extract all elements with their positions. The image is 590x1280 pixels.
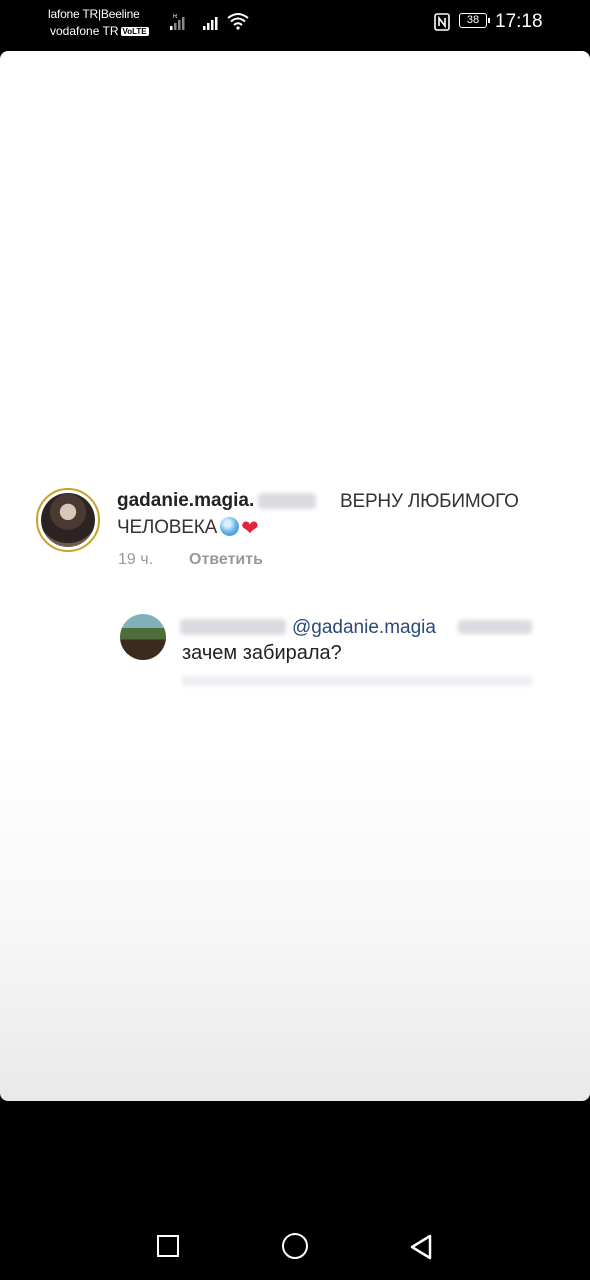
comment-text-line1: ВЕРНУ ЛЮБИМОГО (340, 491, 519, 512)
reply-avatar[interactable] (120, 614, 166, 660)
comment-username-text: gadanie.magia. (117, 490, 255, 511)
clock: 17:18 (495, 11, 543, 32)
reply-button[interactable]: Ответить (189, 551, 263, 569)
status-bar: lafone TR|Beeline vodafone TR VoLTE R 38 … (0, 0, 590, 50)
content-card: gadanie.magia. ВЕРНУ ЛЮБИМОГО ЧЕЛОВЕКА ❤ … (0, 51, 590, 1101)
crystal-ball-icon (220, 517, 240, 536)
recent-apps-button[interactable] (157, 1235, 179, 1257)
signal-strength-icon: R (170, 14, 185, 30)
comment-text-line2: ЧЕЛОВЕКА ❤ (117, 516, 259, 541)
heart-icon: ❤ (241, 517, 259, 540)
home-button[interactable] (282, 1233, 308, 1259)
wifi-icon (227, 13, 249, 30)
nfc-icon (434, 13, 450, 31)
blurred-username-suffix (258, 492, 317, 509)
svg-text:R: R (173, 14, 178, 20)
mention-link[interactable]: @gadanie.magia (292, 617, 436, 639)
comment-timestamp: 19 ч. (118, 551, 154, 568)
comment-username[interactable]: gadanie.magia. (117, 490, 317, 512)
comment-text-line2-text: ЧЕЛОВЕКА (117, 517, 218, 538)
avatar[interactable] (36, 488, 100, 552)
battery-icon: 38 (459, 13, 490, 28)
reply-text: зачем забирала? (182, 642, 342, 664)
navigation-bar (0, 1200, 590, 1280)
blurred-mention-suffix (458, 620, 532, 634)
avatar-photo (41, 493, 95, 547)
carrier-name-2: vodafone TR VoLTE (50, 24, 149, 38)
blurred-reply-username (180, 619, 286, 635)
back-button[interactable] (408, 1233, 434, 1261)
carrier-name-2-text: vodafone TR (50, 24, 119, 38)
volte-badge: VoLTE (120, 27, 149, 36)
signal-strength-icon-2 (203, 17, 218, 30)
faded-text-line (182, 676, 532, 686)
carrier-name-1: lafone TR|Beeline (48, 7, 140, 21)
